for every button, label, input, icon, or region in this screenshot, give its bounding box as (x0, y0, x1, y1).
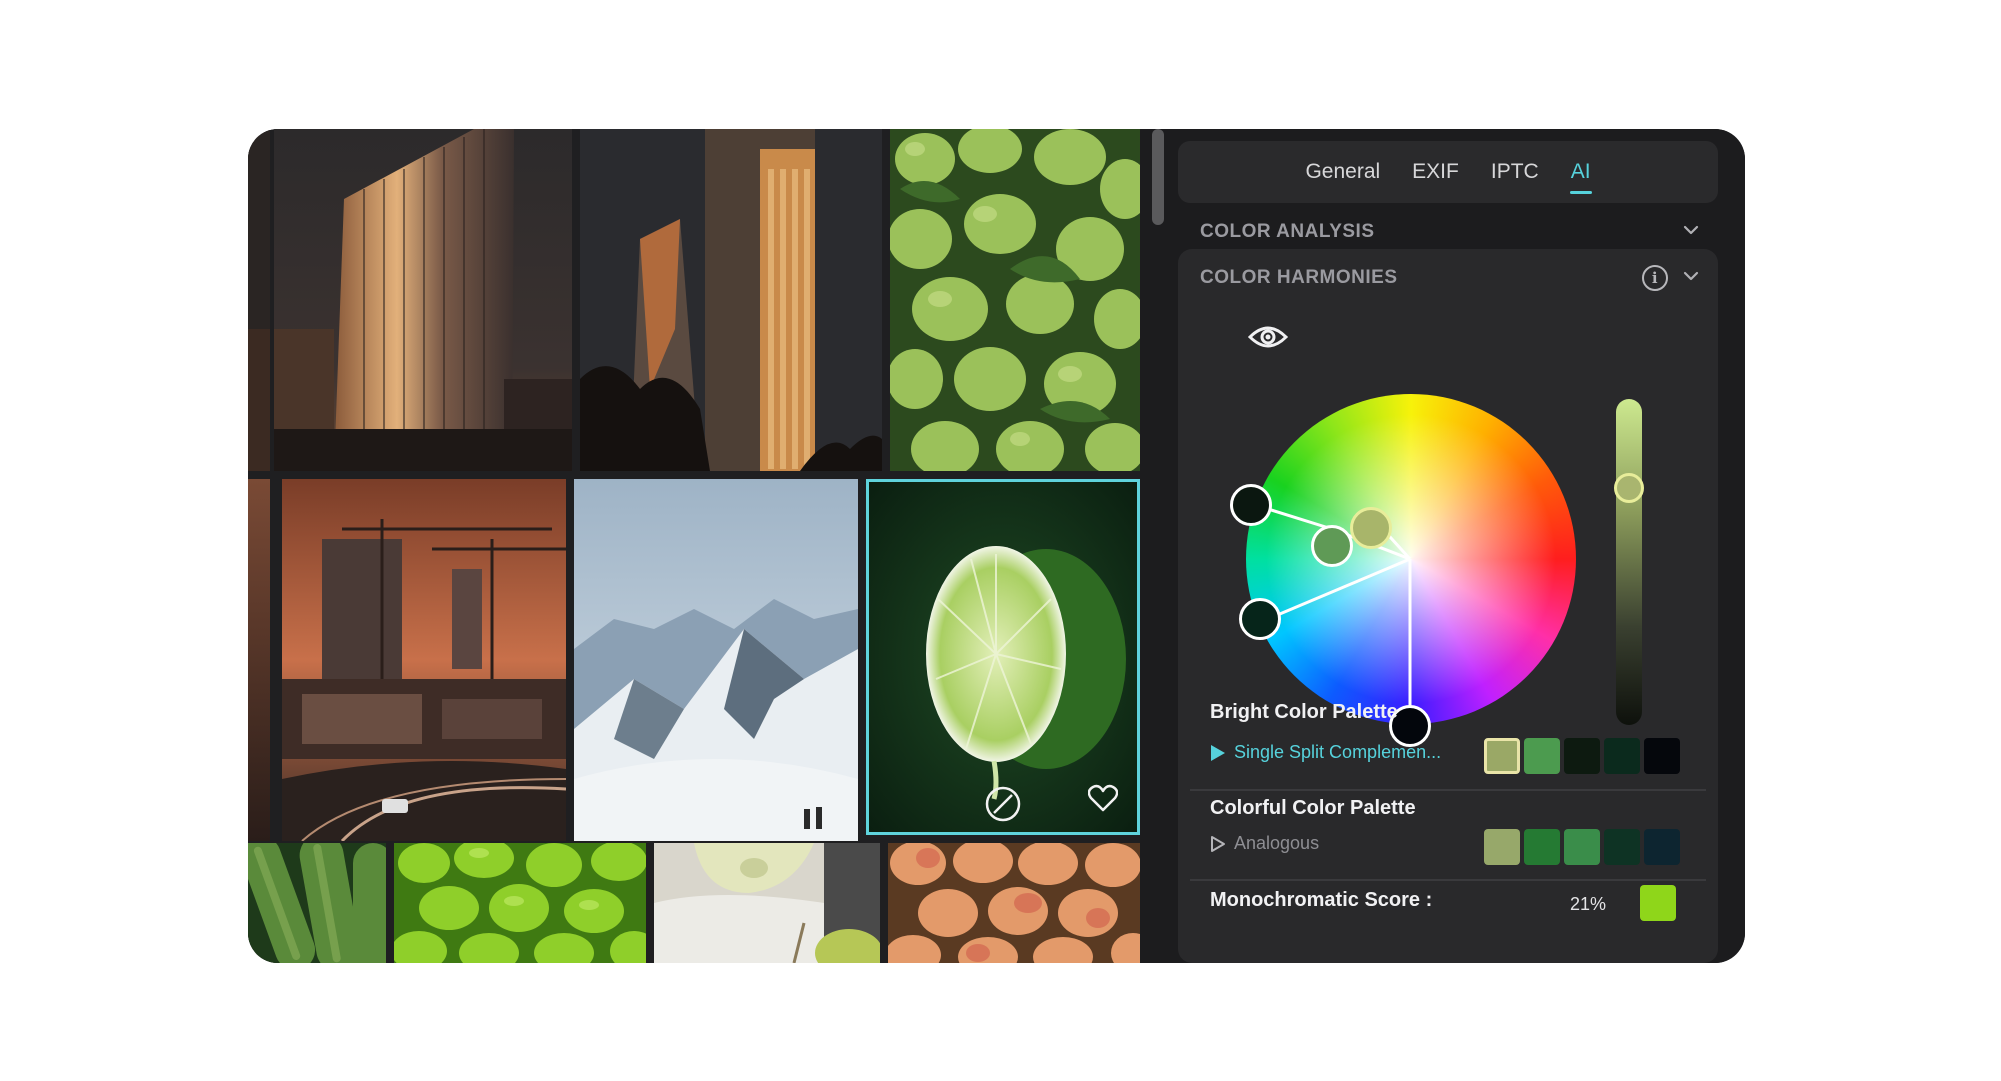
tab-iptc[interactable]: IPTC (1491, 154, 1539, 190)
photo-snowy-mountains[interactable] (574, 479, 858, 841)
photo-lime-slice[interactable] (866, 479, 1140, 835)
harmony-handle[interactable] (1230, 484, 1272, 526)
monochromatic-swatch[interactable] (1640, 885, 1676, 921)
brightness-slider[interactable] (1616, 399, 1642, 725)
color-analysis-title: COLOR ANALYSIS (1200, 221, 1375, 242)
info-panel: General EXIF IPTC AI COLOR ANALYSIS COLO… (1178, 129, 1745, 963)
chevron-down-icon[interactable] (1682, 221, 1700, 239)
colorful-palette-type-label: Analogous (1234, 833, 1320, 853)
photo-pear[interactable] (654, 843, 880, 963)
swatch[interactable] (1484, 738, 1520, 774)
photo-green-peppers[interactable] (394, 843, 646, 963)
swatch[interactable] (1604, 738, 1640, 774)
photo-edge-top[interactable] (248, 129, 270, 471)
color-harmonies-header[interactable]: COLOR HARMONIES i (1178, 257, 1718, 297)
color-harmonies-title: COLOR HARMONIES (1200, 267, 1398, 288)
photo-gallery (248, 129, 1140, 963)
swatch[interactable] (1644, 829, 1680, 865)
photo-dark-towers[interactable] (580, 129, 882, 471)
photo-cucumbers[interactable] (248, 843, 386, 963)
colorful-palette-type[interactable]: Analogous (1210, 833, 1319, 854)
swatch[interactable] (1564, 738, 1600, 774)
brightness-slider-handle[interactable] (1614, 473, 1644, 503)
colorful-palette-swatches (1484, 829, 1680, 865)
eye-icon[interactable] (1248, 323, 1288, 351)
swatch[interactable] (1484, 829, 1520, 865)
tab-exif[interactable]: EXIF (1412, 154, 1459, 190)
dropper-icon[interactable] (984, 785, 1022, 823)
swatch[interactable] (1644, 738, 1680, 774)
photo-peaches[interactable] (888, 843, 1140, 963)
photo-edge-mid[interactable] (248, 479, 270, 841)
swatch[interactable] (1524, 738, 1560, 774)
play-outline-icon (1211, 835, 1225, 852)
monochromatic-score-label: Monochromatic Score : (1210, 889, 1433, 911)
photo-orange-skyscraper[interactable] (274, 129, 572, 471)
harmony-handle[interactable] (1350, 507, 1392, 549)
heart-icon[interactable] (1088, 784, 1118, 812)
photo-limes-pile[interactable] (890, 129, 1140, 471)
swatch[interactable] (1564, 829, 1600, 865)
bright-palette-swatches (1484, 738, 1680, 774)
tab-bar: General EXIF IPTC AI (1178, 141, 1718, 203)
harmony-lines (1251, 502, 1412, 724)
photo-construction-cranes[interactable] (282, 479, 566, 841)
tab-general[interactable]: General (1305, 154, 1380, 190)
info-icon[interactable]: i (1642, 265, 1668, 291)
tab-ai[interactable]: AI (1569, 154, 1592, 194)
app-window: General EXIF IPTC AI COLOR ANALYSIS COLO… (248, 129, 1745, 963)
chevron-down-icon[interactable] (1682, 267, 1700, 285)
harmony-handle[interactable] (1311, 525, 1353, 567)
bright-palette-type-label: Single Split Complemen... (1234, 742, 1442, 762)
swatch[interactable] (1604, 829, 1640, 865)
swatch[interactable] (1524, 829, 1560, 865)
harmony-handle[interactable] (1239, 598, 1281, 640)
colorful-palette-title: Colorful Color Palette (1210, 797, 1416, 819)
bright-palette-title-label: Bright Color Palette (1210, 701, 1398, 723)
divider (1190, 879, 1706, 881)
bright-palette-type[interactable]: Single Split Complemen... (1210, 742, 1441, 763)
monochromatic-score-value: 21% (1570, 894, 1607, 914)
play-filled-icon (1211, 744, 1225, 761)
color-analysis-header[interactable]: COLOR ANALYSIS (1178, 211, 1718, 251)
divider (1190, 789, 1706, 791)
gallery-scrollbar[interactable] (1152, 129, 1164, 225)
